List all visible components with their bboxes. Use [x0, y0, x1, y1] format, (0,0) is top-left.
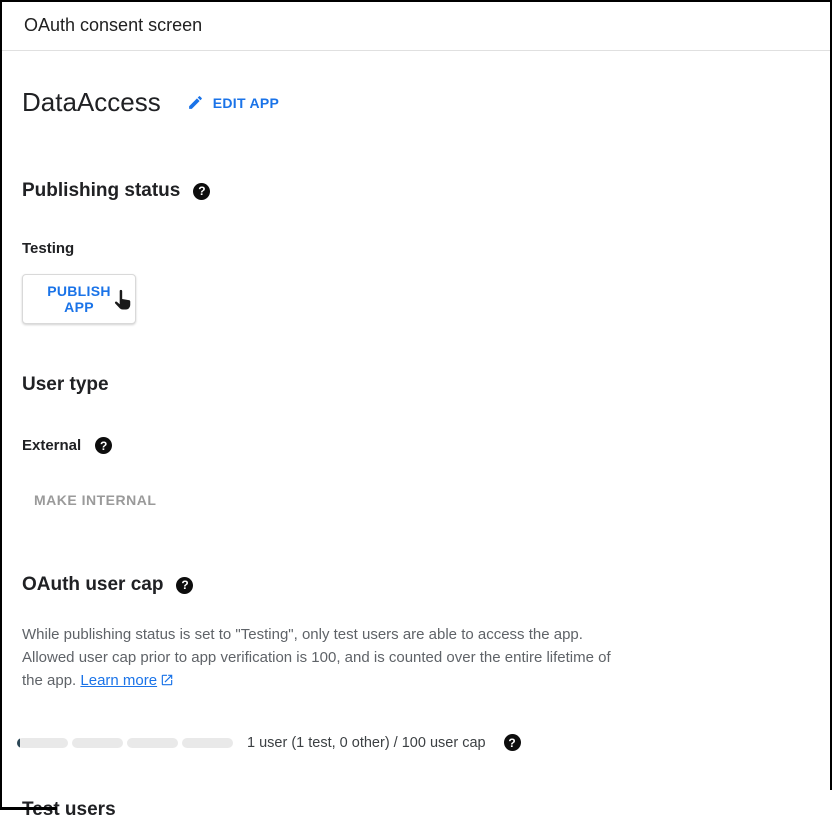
- publishing-status-title: Publishing status: [22, 180, 180, 202]
- test-users-heading: Test users: [22, 799, 808, 821]
- page-header: OAuth consent screen: [0, 0, 832, 51]
- publish-app-button[interactable]: PUBLISH APP: [22, 274, 136, 324]
- user-cap-description: While publishing status is set to "Testi…: [22, 623, 626, 694]
- help-icon[interactable]: ?: [95, 437, 112, 454]
- help-glyph: ?: [181, 579, 188, 591]
- oauth-user-cap-title: OAuth user cap: [22, 574, 163, 596]
- user-type-value-row: External ?: [22, 437, 808, 454]
- app-name: DataAccess: [22, 87, 161, 118]
- help-icon[interactable]: ?: [504, 734, 521, 751]
- help-icon[interactable]: ?: [176, 577, 193, 594]
- pencil-icon: [187, 94, 204, 111]
- app-title-row: DataAccess EDIT APP: [22, 87, 808, 118]
- edit-app-button[interactable]: EDIT APP: [187, 94, 279, 111]
- make-internal-button[interactable]: MAKE INTERNAL: [22, 482, 168, 518]
- progress-segment: [17, 738, 68, 748]
- external-label: External: [22, 437, 81, 454]
- user-type-title: User type: [22, 374, 109, 396]
- help-icon[interactable]: ?: [193, 183, 210, 200]
- user-cap-progress-bar: [17, 738, 233, 748]
- learn-more-link[interactable]: Learn more: [80, 672, 157, 689]
- oauth-user-cap-heading: OAuth user cap ?: [22, 574, 808, 596]
- user-type-heading: User type: [22, 374, 808, 396]
- oauth-consent-page: OAuth consent screen DataAccess EDIT APP…: [0, 0, 832, 810]
- window-border: [0, 0, 832, 2]
- progress-segment: [182, 738, 233, 748]
- progress-segment: [127, 738, 178, 748]
- publish-app-area: PUBLISH APP: [22, 274, 136, 324]
- page-content: DataAccess EDIT APP Publishing status ? …: [0, 87, 832, 821]
- help-glyph: ?: [100, 440, 107, 452]
- user-cap-usage-row: 1 user (1 test, 0 other) / 100 user cap …: [22, 734, 808, 751]
- learn-more-label: Learn more: [80, 672, 157, 689]
- window-border: [0, 0, 2, 810]
- publishing-status-heading: Publishing status ?: [22, 180, 808, 202]
- edit-app-label: EDIT APP: [213, 95, 279, 111]
- test-users-title: Test users: [22, 799, 116, 821]
- progress-fill: [17, 738, 20, 748]
- testing-label: Testing: [22, 240, 74, 257]
- user-cap-usage-text: 1 user (1 test, 0 other) / 100 user cap: [247, 735, 486, 751]
- page-title: OAuth consent screen: [24, 15, 202, 36]
- help-glyph: ?: [508, 737, 515, 749]
- publishing-status-value: Testing: [22, 240, 808, 257]
- help-glyph: ?: [198, 185, 205, 197]
- progress-segment: [72, 738, 123, 748]
- open-in-new-icon: [160, 671, 174, 694]
